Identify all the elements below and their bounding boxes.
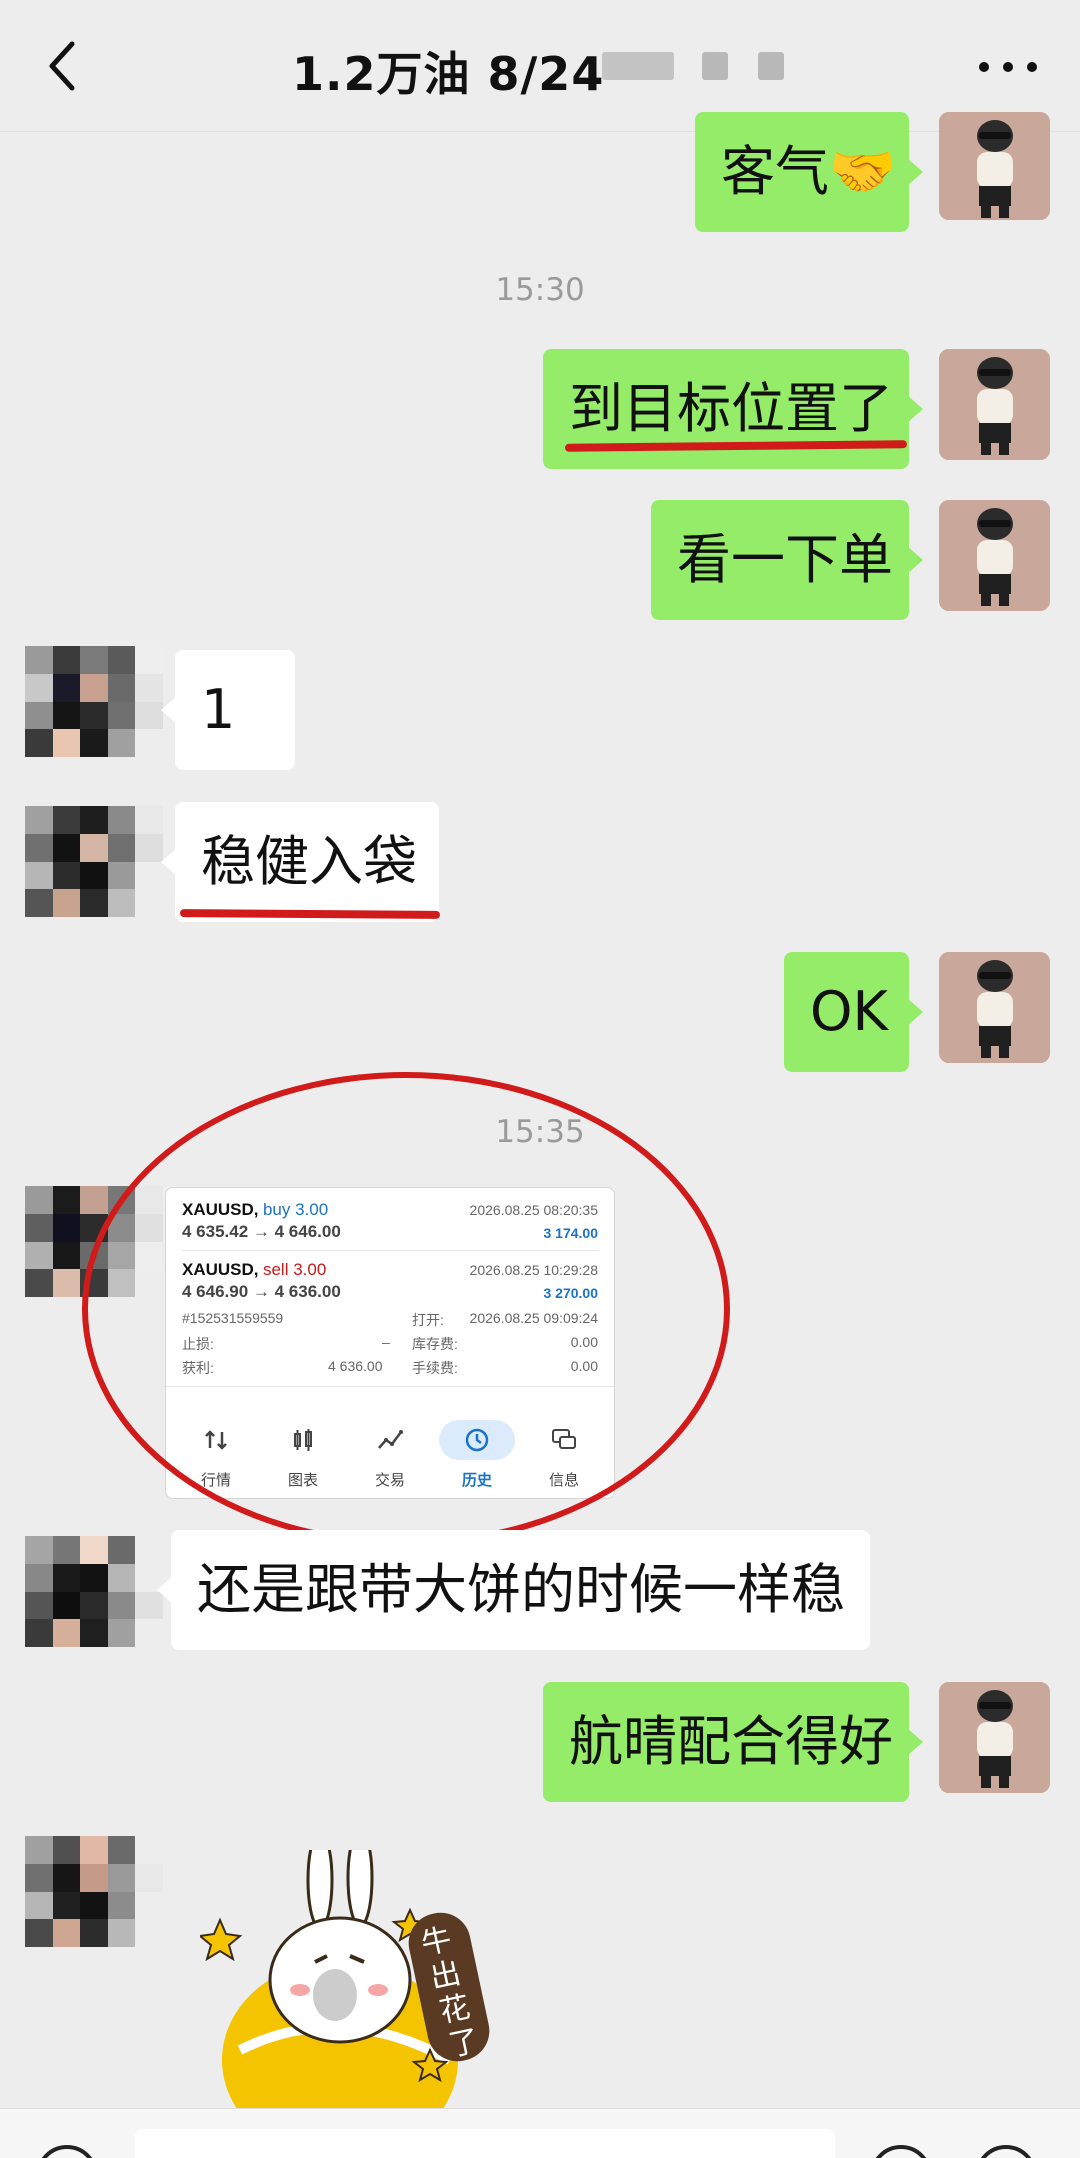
- message-text: 看一下单: [677, 528, 893, 591]
- my-avatar[interactable]: [939, 952, 1050, 1063]
- message-text: 稳健入袋: [201, 830, 417, 893]
- my-avatar[interactable]: [939, 112, 1050, 220]
- contact-message-bubble[interactable]: 稳健入袋: [161, 802, 439, 922]
- contact-avatar-pixelated[interactable]: [25, 806, 163, 917]
- voice-toggle-icon[interactable]: [36, 2145, 98, 2158]
- cartoon-boy-icon: [939, 500, 1050, 611]
- cartoon-boy-icon: [939, 112, 1050, 220]
- cartoon-boy-icon: [939, 1682, 1050, 1793]
- plus-icon[interactable]: [975, 2145, 1037, 2158]
- contact-message-bubble[interactable]: 还是跟带大饼的时候一样稳: [157, 1530, 870, 1650]
- my-message-bubble[interactable]: OK: [784, 952, 923, 1072]
- contact-avatar-pixelated[interactable]: [25, 646, 163, 757]
- my-message-bubble[interactable]: 看一下单: [651, 500, 923, 620]
- cartoon-boy-icon: [939, 349, 1050, 460]
- timestamp: 15:30: [495, 272, 585, 308]
- rabbit-thumbsup-sticker-icon: 牛 出 花 了: [197, 1828, 490, 2158]
- my-message-bubble[interactable]: 客气🤝: [695, 112, 923, 232]
- my-message-bubble[interactable]: 航晴配合得好: [543, 1682, 923, 1802]
- message-text: 客气🤝: [721, 140, 897, 203]
- blurred-title-part: [702, 52, 728, 80]
- contact-avatar-pixelated[interactable]: [25, 1536, 163, 1647]
- my-avatar[interactable]: [939, 500, 1050, 611]
- chat-header: 1.2万油 8/24: [0, 0, 1080, 132]
- red-circle-annotation: [82, 1072, 730, 1546]
- emoji-icon[interactable]: [870, 2145, 932, 2158]
- my-avatar[interactable]: [939, 349, 1050, 460]
- more-options-icon[interactable]: [976, 52, 1040, 82]
- message-input[interactable]: [135, 2129, 835, 2158]
- contact-avatar-pixelated[interactable]: [25, 1836, 163, 1947]
- message-text: 还是跟带大饼的时候一样稳: [197, 1558, 845, 1621]
- chat-title: 1.2万油 8/24: [292, 47, 605, 101]
- message-text: 航晴配合得好: [569, 1710, 893, 1773]
- rabbit-sticker[interactable]: 牛 出 花 了: [197, 1828, 520, 2158]
- blurred-title-part: [758, 52, 784, 80]
- contact-message-bubble[interactable]: 1: [161, 650, 295, 770]
- input-bar: [0, 2108, 1080, 2158]
- message-text: 1: [201, 678, 236, 741]
- message-text: 到目标位置了: [569, 377, 893, 440]
- cartoon-boy-icon: [939, 952, 1050, 1063]
- blurred-title-part: [602, 52, 674, 80]
- back-arrow-icon[interactable]: [40, 36, 90, 96]
- message-text: OK: [810, 980, 888, 1043]
- my-avatar[interactable]: [939, 1682, 1050, 1793]
